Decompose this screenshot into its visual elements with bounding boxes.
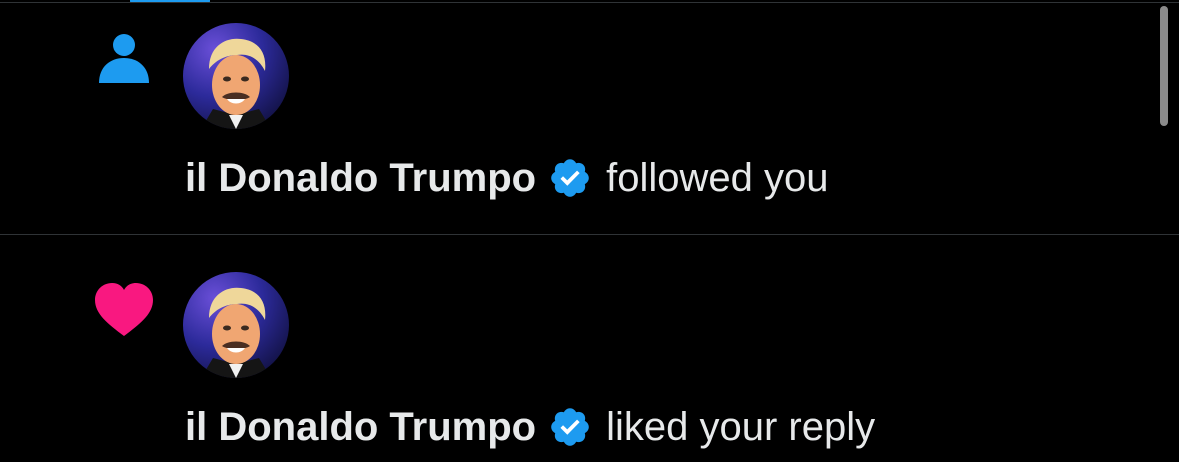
- verified-badge-icon: [548, 156, 592, 200]
- heart-icon: [92, 278, 156, 342]
- scrollbar[interactable]: [1160, 6, 1168, 126]
- person-icon: [92, 25, 156, 89]
- verified-badge-icon: [548, 405, 592, 449]
- notification-text: il Donaldo Trumpo followed you: [185, 154, 828, 202]
- user-avatar[interactable]: [183, 23, 289, 129]
- user-name[interactable]: il Donaldo Trumpo: [185, 403, 536, 451]
- notification-item-like[interactable]: il Donaldo Trumpo liked your reply: [0, 236, 1179, 462]
- notification-item-follow[interactable]: il Donaldo Trumpo followed you: [0, 3, 1179, 235]
- user-avatar[interactable]: [183, 272, 289, 378]
- action-text: liked your reply: [606, 405, 876, 449]
- user-name[interactable]: il Donaldo Trumpo: [185, 154, 536, 202]
- notification-text: il Donaldo Trumpo liked your reply: [185, 403, 875, 451]
- action-text: followed you: [606, 156, 829, 200]
